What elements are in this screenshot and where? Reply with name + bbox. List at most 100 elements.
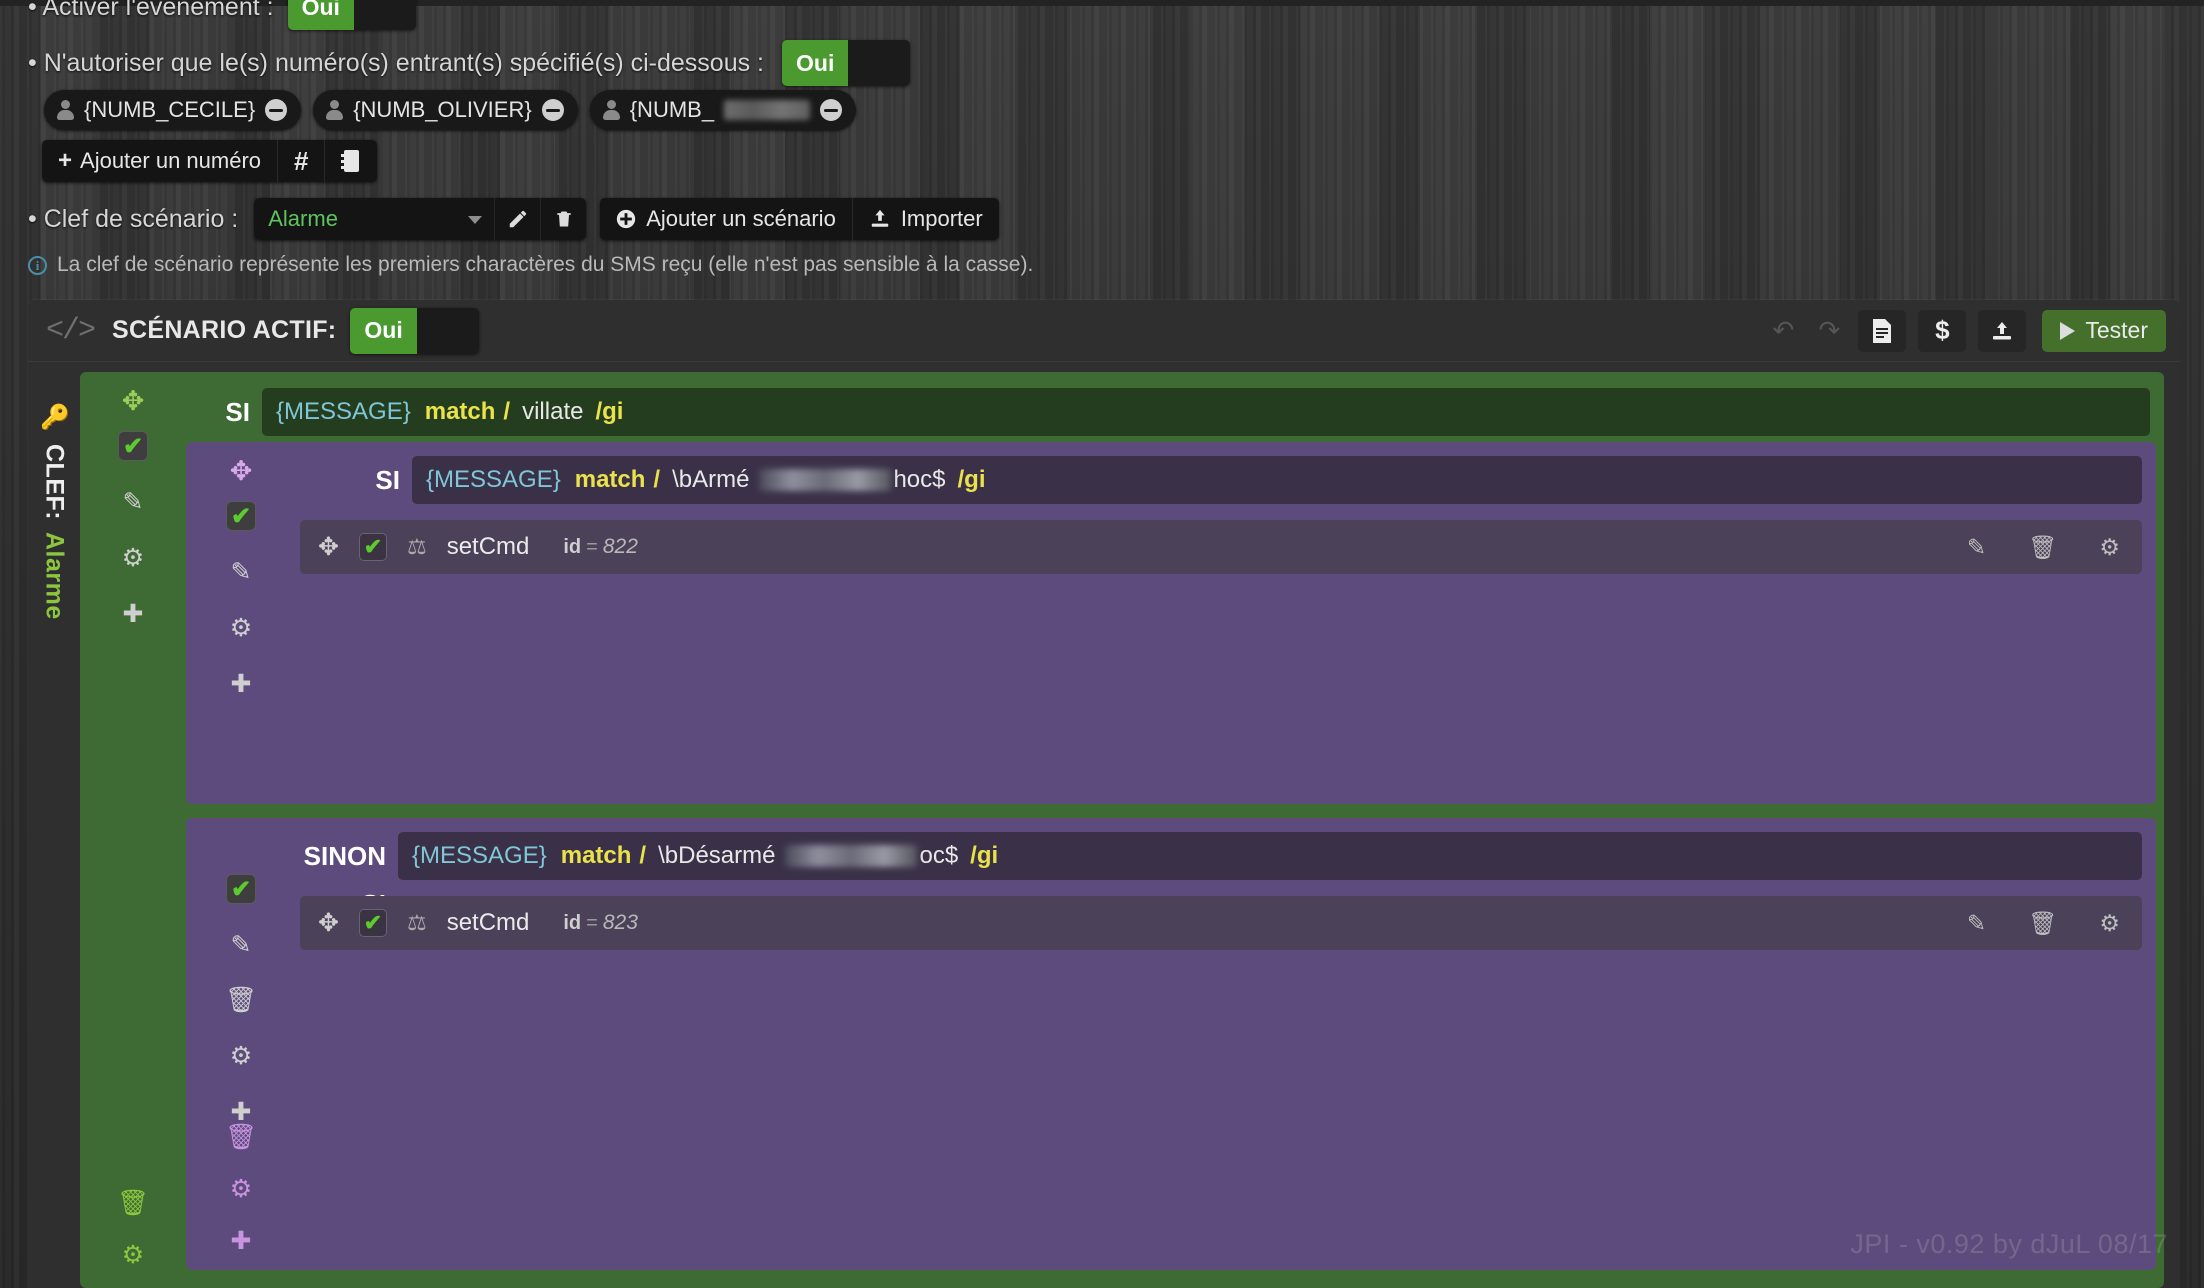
purple-si-action-row[interactable]: ✥ ✔ ⚖ setCmd id = 822 ✎ 🗑 ⚙ bbox=[300, 520, 2142, 574]
clef-scenario-info-text: La clef de scénario représente les premi… bbox=[57, 253, 1034, 276]
autoriser-numeros-toggle-off[interactable] bbox=[848, 40, 911, 86]
autoriser-numeros-label: • N'autoriser que le(s) numéro(s) entran… bbox=[28, 48, 764, 77]
move-icon[interactable]: ✥ bbox=[122, 386, 145, 417]
purple-si-enable-checkbox[interactable]: ✔ bbox=[226, 501, 256, 531]
trash-icon[interactable]: 🗑 bbox=[2028, 910, 2057, 937]
trash-icon[interactable]: 🗑 bbox=[225, 986, 257, 1015]
green-condition-func: match bbox=[424, 398, 496, 425]
green-condition-bar[interactable]: {MESSAGE} match / villate /gi bbox=[262, 388, 2150, 436]
gear-icon[interactable]: ⚙ bbox=[230, 1174, 252, 1204]
remove-number-icon[interactable] bbox=[541, 99, 564, 121]
green-enable-checkbox[interactable]: ✔ bbox=[118, 431, 148, 461]
number-chip-redacted bbox=[724, 100, 811, 120]
plus-circle-icon[interactable]: ✚ bbox=[231, 1226, 252, 1256]
person-icon bbox=[325, 99, 344, 121]
clef-scenario-select[interactable]: Alarme bbox=[254, 198, 495, 240]
test-scenario-button[interactable]: Tester bbox=[2042, 309, 2166, 352]
remove-number-icon[interactable] bbox=[265, 99, 288, 121]
import-scenario-button[interactable]: Importer bbox=[852, 198, 999, 240]
purple-sinon-action-row[interactable]: ✥ ✔ ⚖ setCmd id = 823 ✎ 🗑 ⚙ bbox=[300, 896, 2142, 950]
activer-evenement-toggle-off[interactable] bbox=[353, 0, 416, 30]
purple-si-block: ✥ ✔ ✎ ⚙ ✚ SI {MESSAGE} match / \bArmé ho… bbox=[186, 442, 2156, 804]
activer-evenement-toggle-on[interactable]: Oui bbox=[287, 0, 354, 30]
pencil-icon[interactable]: ✎ bbox=[123, 487, 144, 517]
number-chip[interactable]: {NUMB_CECILE} bbox=[44, 90, 302, 130]
move-icon[interactable]: ✥ bbox=[230, 456, 253, 487]
plus-circle-icon[interactable]: ✚ bbox=[231, 669, 252, 699]
gear-icon[interactable]: ⚙ bbox=[230, 613, 252, 643]
pencil-icon[interactable]: ✎ bbox=[1967, 534, 1986, 561]
green-condition-flags: /gi bbox=[595, 398, 624, 425]
purple-sinon-condition-pattern-suffix: oc$ bbox=[919, 842, 959, 869]
gear-icon[interactable]: ⚙ bbox=[2099, 534, 2120, 561]
plus-circle-icon[interactable]: ✚ bbox=[123, 599, 144, 629]
clef-scenario-selected-value: Alarme bbox=[268, 206, 338, 231]
gear-icon[interactable]: ⚙ bbox=[2099, 910, 2120, 937]
activer-evenement-toggle[interactable]: Oui bbox=[287, 0, 416, 30]
scenario-panel: </> SCÉNARIO ACTIF: Oui ↶ ↷ $ Tester 🔑 C… bbox=[28, 300, 2180, 1288]
remove-number-icon[interactable] bbox=[820, 99, 843, 121]
purple-sinon-enable-checkbox[interactable]: ✔ bbox=[226, 874, 256, 904]
gear-icon[interactable]: ⚙ bbox=[122, 543, 144, 573]
scenario-variables-button[interactable]: $ bbox=[1918, 309, 1967, 352]
action-id-key: id bbox=[563, 536, 582, 558]
action-enable-checkbox[interactable]: ✔ bbox=[358, 533, 387, 561]
purple-si-condition-pattern-prefix: \bArmé bbox=[672, 466, 750, 493]
purple-si-condition-bar[interactable]: {MESSAGE} match / \bArmé hoc$ /gi bbox=[412, 456, 2142, 504]
gear-icon[interactable]: ⚙ bbox=[122, 1240, 144, 1270]
autoriser-numeros-toggle-on[interactable]: Oui bbox=[782, 40, 849, 86]
dollar-icon: $ bbox=[1935, 315, 1950, 345]
action-id-value: 822 bbox=[602, 535, 638, 558]
undo-icon[interactable]: ↶ bbox=[1766, 315, 1800, 346]
autoriser-numeros-toggle[interactable]: Oui bbox=[782, 40, 911, 86]
purple-si-action-icons: ✎ 🗑 ⚙ bbox=[1967, 534, 2120, 561]
pencil-icon[interactable]: ✎ bbox=[231, 930, 252, 960]
hash-button[interactable]: # bbox=[278, 140, 326, 182]
trash-icon[interactable]: 🗑 bbox=[2028, 534, 2057, 561]
purple-sinon-condition-variable: {MESSAGE} bbox=[412, 842, 547, 869]
scenario-active-toggle-off[interactable] bbox=[416, 307, 479, 354]
number-chip[interactable]: {NUMB_ bbox=[589, 90, 857, 130]
number-chip[interactable]: {NUMB_OLIVIER} bbox=[313, 90, 578, 130]
trash-icon[interactable]: 🗑 bbox=[225, 1123, 257, 1152]
pencil-icon[interactable]: ✎ bbox=[231, 557, 252, 587]
redo-icon[interactable]: ↷ bbox=[1812, 315, 1846, 346]
purple-si-keyword: SI bbox=[375, 465, 400, 495]
gear-icon[interactable]: ⚙ bbox=[230, 1041, 252, 1071]
scenario-active-toggle[interactable]: Oui bbox=[350, 307, 479, 354]
green-rail-icons: ✔ ✎ ⚙ ✚ bbox=[118, 431, 148, 629]
trash-icon[interactable]: 🗑 bbox=[117, 1189, 149, 1218]
pencil-icon[interactable]: ✎ bbox=[1967, 910, 1986, 937]
scenario-icon: ⚖ bbox=[406, 534, 427, 559]
delete-scenario-button[interactable] bbox=[540, 198, 587, 240]
key-icon: 🔑 bbox=[41, 402, 68, 432]
edit-scenario-button[interactable] bbox=[494, 198, 541, 240]
plus-circle-icon bbox=[617, 209, 636, 229]
action-enable-checkbox[interactable]: ✔ bbox=[358, 909, 387, 937]
add-number-button[interactable]: + Ajouter un numéro bbox=[42, 140, 279, 182]
clef-scenario-info: i La clef de scénario représente les pre… bbox=[28, 253, 1033, 277]
scenario-export-button[interactable] bbox=[1978, 309, 2027, 352]
row-autoriser-numeros: • N'autoriser que le(s) numéro(s) entran… bbox=[28, 40, 911, 86]
action-id-value: 823 bbox=[602, 911, 638, 934]
scenario-active-toggle-on[interactable]: Oui bbox=[350, 307, 417, 354]
action-id-key: id bbox=[563, 912, 582, 934]
play-icon bbox=[2060, 321, 2076, 340]
clef-rail-value: Alarme bbox=[40, 531, 69, 620]
purple-sinon-condition-flags: /gi bbox=[970, 842, 999, 869]
upload-icon bbox=[1993, 321, 2012, 339]
add-scenario-button[interactable]: Ajouter un scénario bbox=[600, 198, 853, 240]
contacts-book-button[interactable] bbox=[325, 140, 378, 182]
scenario-log-button[interactable] bbox=[1858, 309, 1907, 352]
document-icon bbox=[1873, 318, 1892, 343]
purple-sinon-condition-pattern-prefix: \bDésarmé bbox=[658, 842, 776, 869]
move-icon[interactable]: ✥ bbox=[318, 908, 339, 938]
purple-sinon-action-icons: ✎ 🗑 ⚙ bbox=[1967, 910, 2120, 937]
purple-sinon-condition-bar[interactable]: {MESSAGE} match / \bDésarmé oc$ /gi bbox=[398, 832, 2142, 880]
test-scenario-label: Tester bbox=[2085, 317, 2148, 343]
purple-si-condition-slash: / bbox=[653, 466, 661, 493]
purple-si-condition-func: match bbox=[574, 466, 646, 493]
move-icon[interactable]: ✥ bbox=[318, 532, 339, 562]
import-scenario-label: Importer bbox=[900, 206, 983, 231]
pencil-icon bbox=[509, 210, 526, 228]
